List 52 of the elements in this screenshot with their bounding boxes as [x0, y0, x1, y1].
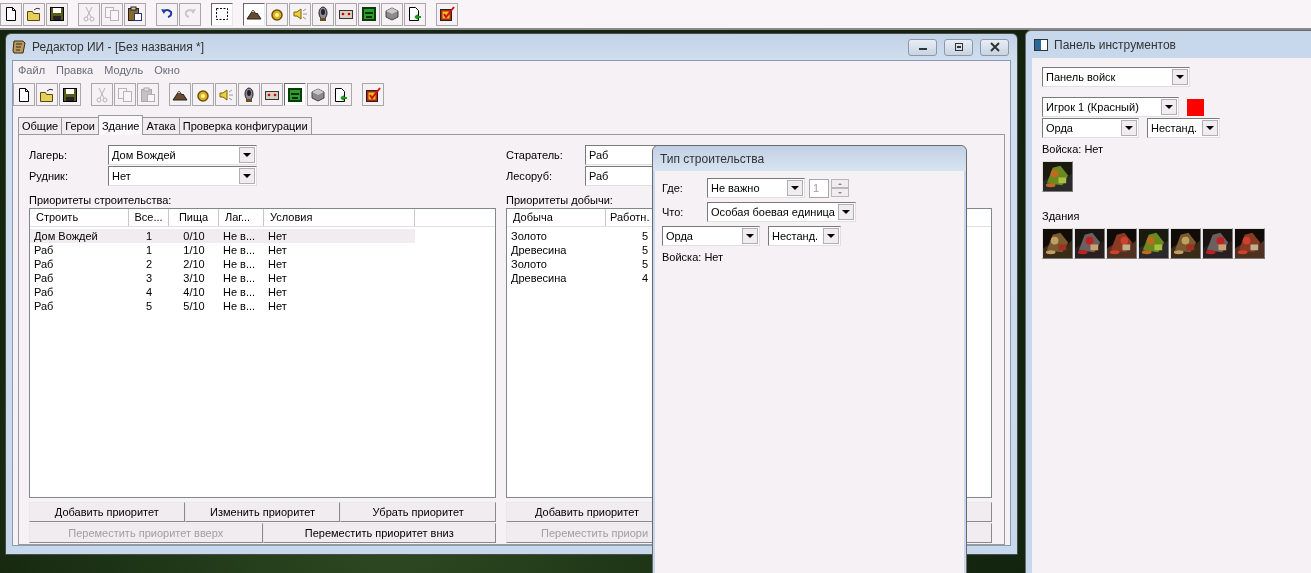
table-cell-text: Не в... [222, 285, 257, 299]
table-cell-text: Нет [267, 243, 288, 257]
field-label: Где: [662, 182, 684, 194]
section-label: Здания [1042, 210, 1081, 224]
table-cell-text: Древесина [510, 243, 568, 257]
table-cell-text: 4 [640, 271, 649, 285]
table-cell-text: 5 [640, 257, 649, 271]
table-cell-text: 2 [144, 257, 154, 271]
troops-label: Войска: Нет [1042, 143, 1105, 157]
field-label: Что: [662, 206, 685, 218]
table-cell-text: 3 [144, 271, 154, 285]
table-cell-text: 5 [640, 229, 649, 243]
table-cell-text: Раб [33, 271, 55, 285]
section-label: Приоритеты добычи: [506, 194, 614, 208]
table-cell-text: Не в... [222, 271, 257, 285]
window-title: Редактор ИИ - [Без названия *] [32, 40, 205, 54]
section-label: Приоритеты строительства: [29, 194, 173, 208]
field-label: Рудник: [29, 170, 69, 182]
table-cell-text: Нет [267, 299, 288, 313]
table-cell-text: Золото [510, 257, 548, 271]
table-cell-text: Золото [510, 229, 548, 243]
table-cell-text: Нет [267, 271, 288, 285]
table-cell-text: Не в... [222, 299, 257, 313]
table-cell-text: Дом Вождей [33, 229, 99, 243]
table-cell-text: Нет [267, 229, 288, 243]
table-cell-text: Не в... [222, 229, 257, 243]
table-cell-text: Не в... [222, 257, 257, 271]
table-cell-text: Раб [33, 299, 55, 313]
window-title: Панель инструментов [1054, 37, 1176, 52]
table-cell-text: 1 [144, 229, 154, 243]
troops-label: Войска: Нет [662, 251, 725, 265]
table-cell-text: Раб [33, 285, 55, 299]
table-cell-text: 1 [144, 243, 154, 257]
table-cell-text: 4/10 [182, 285, 206, 299]
table-cell-text: 1/10 [182, 243, 206, 257]
table-cell-text: Нет [267, 285, 288, 299]
table-cell-text: Раб [33, 257, 55, 271]
table-cell-text: Раб [33, 243, 55, 257]
field-label: Лагерь: [29, 149, 69, 161]
dialog-title: Тип строительства [660, 151, 765, 166]
table-cell-text: 5 [144, 299, 154, 313]
field-label: Лесоруб: [506, 170, 554, 182]
table-cell-text: 5 [640, 243, 649, 257]
field-label: Старатель: [506, 149, 564, 161]
table-cell-text: Нет [267, 257, 288, 271]
table-cell-text: Древесина [510, 271, 568, 285]
table-cell-text: 5/10 [182, 299, 206, 313]
table-cell-text: 2/10 [182, 257, 206, 271]
table-cell-text: 3/10 [182, 271, 206, 285]
table-cell-text: 0/10 [182, 229, 206, 243]
table-cell-text: Не в... [222, 243, 257, 257]
table-cell-text: 4 [144, 285, 154, 299]
